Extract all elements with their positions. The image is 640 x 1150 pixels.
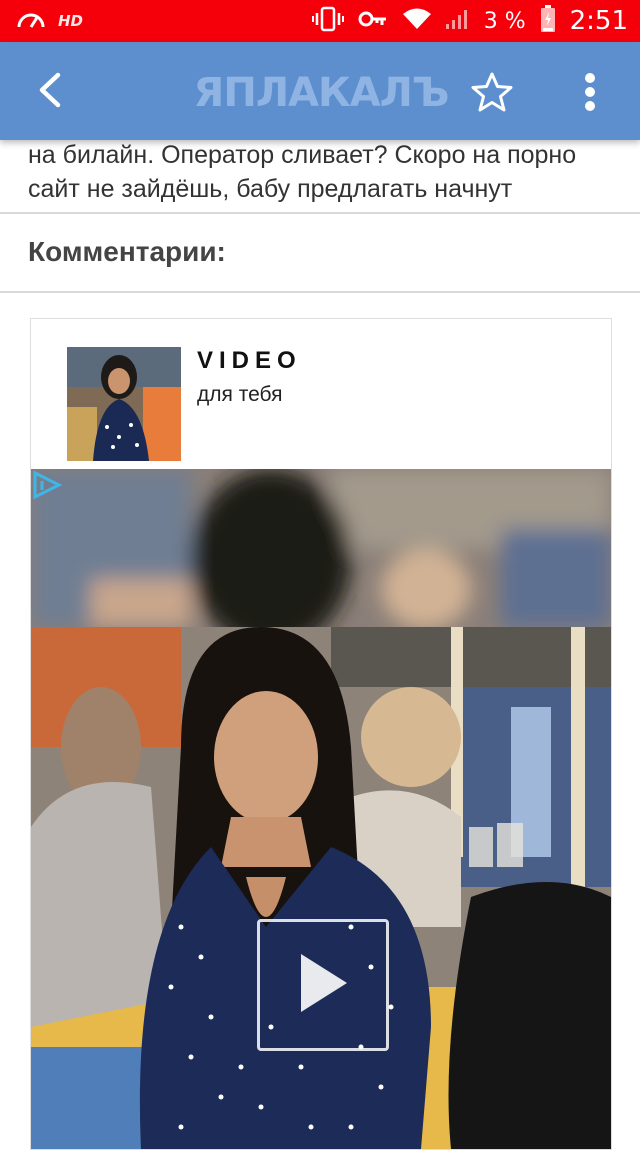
vibrate-icon bbox=[311, 5, 344, 38]
ad-title[interactable]: VIDEO bbox=[197, 347, 302, 375]
back-button[interactable] bbox=[24, 66, 76, 118]
post-text: на билайн. Оператор сливает? Скоро на по… bbox=[28, 141, 577, 203]
divider bbox=[0, 212, 640, 214]
more-options-button[interactable] bbox=[568, 68, 612, 120]
ad-subtitle[interactable]: для тебя bbox=[197, 383, 282, 407]
favorite-button[interactable] bbox=[466, 68, 518, 120]
video-blurred-background bbox=[31, 469, 611, 627]
battery-percent: 3 % bbox=[483, 8, 526, 34]
divider bbox=[0, 291, 640, 293]
signal-icon bbox=[445, 8, 470, 35]
star-icon bbox=[470, 71, 514, 118]
status-bar: HD 3 % 2:51 bbox=[0, 0, 640, 42]
hd-indicator: HD bbox=[58, 12, 84, 30]
more-vert-icon bbox=[583, 72, 597, 117]
play-button[interactable] bbox=[257, 919, 389, 1051]
adchoices-icon[interactable] bbox=[31, 469, 63, 501]
play-icon bbox=[293, 948, 353, 1023]
speedometer-icon bbox=[16, 7, 46, 36]
clock: 2:51 bbox=[569, 6, 628, 36]
battery-icon bbox=[540, 4, 556, 38]
back-icon bbox=[36, 72, 64, 113]
video-preview[interactable] bbox=[31, 627, 611, 1149]
comments-heading: Комментарии: bbox=[28, 236, 226, 267]
key-icon bbox=[358, 8, 388, 35]
app-bar: ЯПЛАКАЛЪ bbox=[0, 42, 640, 140]
wifi-icon bbox=[402, 7, 432, 36]
ad-thumbnail[interactable] bbox=[67, 347, 181, 461]
site-logo: ЯПЛАКАЛЪ bbox=[193, 70, 450, 116]
ad-card[interactable]: VIDEO для тебя bbox=[30, 318, 612, 1150]
